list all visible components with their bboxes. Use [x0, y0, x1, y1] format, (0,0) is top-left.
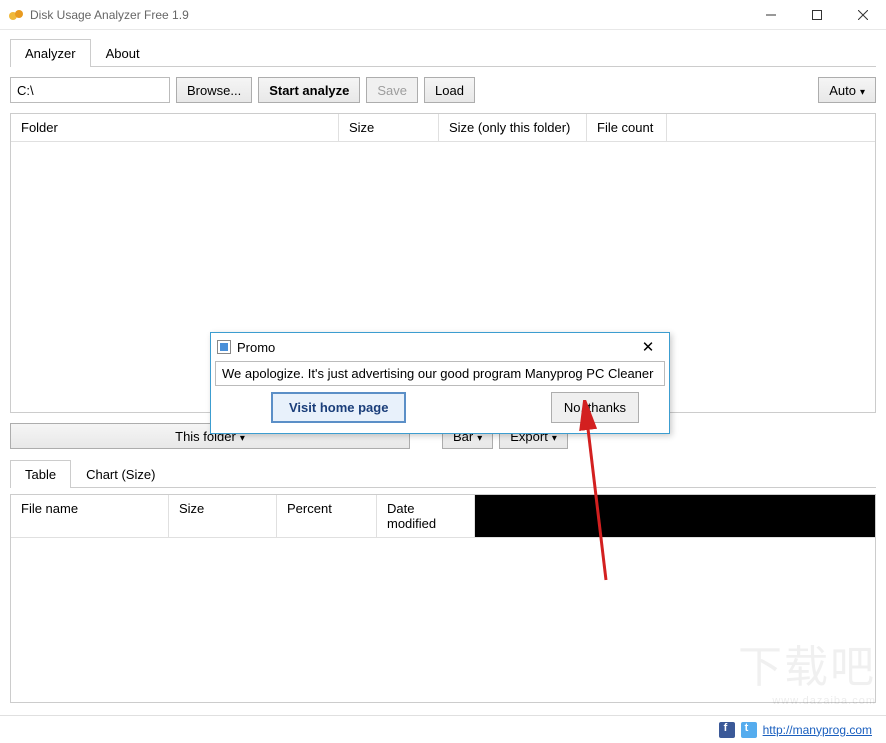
col-percent[interactable]: Percent: [277, 495, 377, 538]
col-filename[interactable]: File name: [11, 495, 169, 538]
col-size[interactable]: Size: [339, 114, 439, 142]
path-input[interactable]: [10, 77, 170, 103]
promo-dialog: Promo ✕ We apologize. It's just advertis…: [210, 332, 670, 434]
auto-dropdown[interactable]: Auto: [818, 77, 876, 103]
footer: http://manyprog.com: [0, 715, 886, 743]
twitter-icon[interactable]: [741, 722, 757, 738]
no-thanks-button[interactable]: No, thanks: [551, 392, 639, 423]
promo-close-button[interactable]: ✕: [633, 338, 663, 356]
chevron-down-icon: [860, 83, 865, 98]
promo-icon: [217, 340, 231, 354]
visit-homepage-button[interactable]: Visit home page: [271, 392, 406, 423]
browse-button[interactable]: Browse...: [176, 77, 252, 103]
tab-analyzer[interactable]: Analyzer: [10, 39, 91, 67]
tab-chart-size[interactable]: Chart (Size): [71, 460, 170, 488]
col-chart-area: [475, 495, 875, 538]
top-toolbar: Browse... Start analyze Save Load Auto: [10, 77, 876, 103]
promo-title-text: Promo: [237, 340, 633, 355]
folder-grid-header: Folder Size Size (only this folder) File…: [11, 114, 875, 142]
maximize-button[interactable]: [794, 0, 840, 30]
window-title: Disk Usage Analyzer Free 1.9: [30, 8, 748, 22]
col-size2[interactable]: Size: [169, 495, 277, 538]
main-tabs: Analyzer About: [10, 38, 876, 67]
close-button[interactable]: [840, 0, 886, 30]
promo-message: We apologize. It's just advertising our …: [215, 361, 665, 386]
app-icon: [8, 7, 24, 23]
col-size-only[interactable]: Size (only this folder): [439, 114, 587, 142]
tab-about[interactable]: About: [91, 39, 155, 67]
col-date-modified[interactable]: Date modified: [377, 495, 475, 538]
col-file-count[interactable]: File count: [587, 114, 667, 142]
col-folder[interactable]: Folder: [11, 114, 339, 142]
facebook-icon[interactable]: [719, 722, 735, 738]
col-spacer: [667, 114, 875, 142]
minimize-button[interactable]: [748, 0, 794, 30]
promo-buttons: Visit home page No, thanks: [211, 392, 669, 433]
start-analyze-button[interactable]: Start analyze: [258, 77, 360, 103]
file-grid: File name Size Percent Date modified: [10, 494, 876, 703]
homepage-link[interactable]: http://manyprog.com: [763, 723, 872, 737]
auto-label: Auto: [829, 83, 856, 98]
tab-table[interactable]: Table: [10, 460, 71, 488]
file-grid-body[interactable]: [11, 538, 875, 702]
file-grid-header: File name Size Percent Date modified: [11, 495, 875, 538]
promo-titlebar[interactable]: Promo ✕: [211, 333, 669, 361]
load-button[interactable]: Load: [424, 77, 475, 103]
sub-tabs: Table Chart (Size): [10, 459, 876, 488]
window-titlebar: Disk Usage Analyzer Free 1.9: [0, 0, 886, 30]
save-button: Save: [366, 77, 418, 103]
